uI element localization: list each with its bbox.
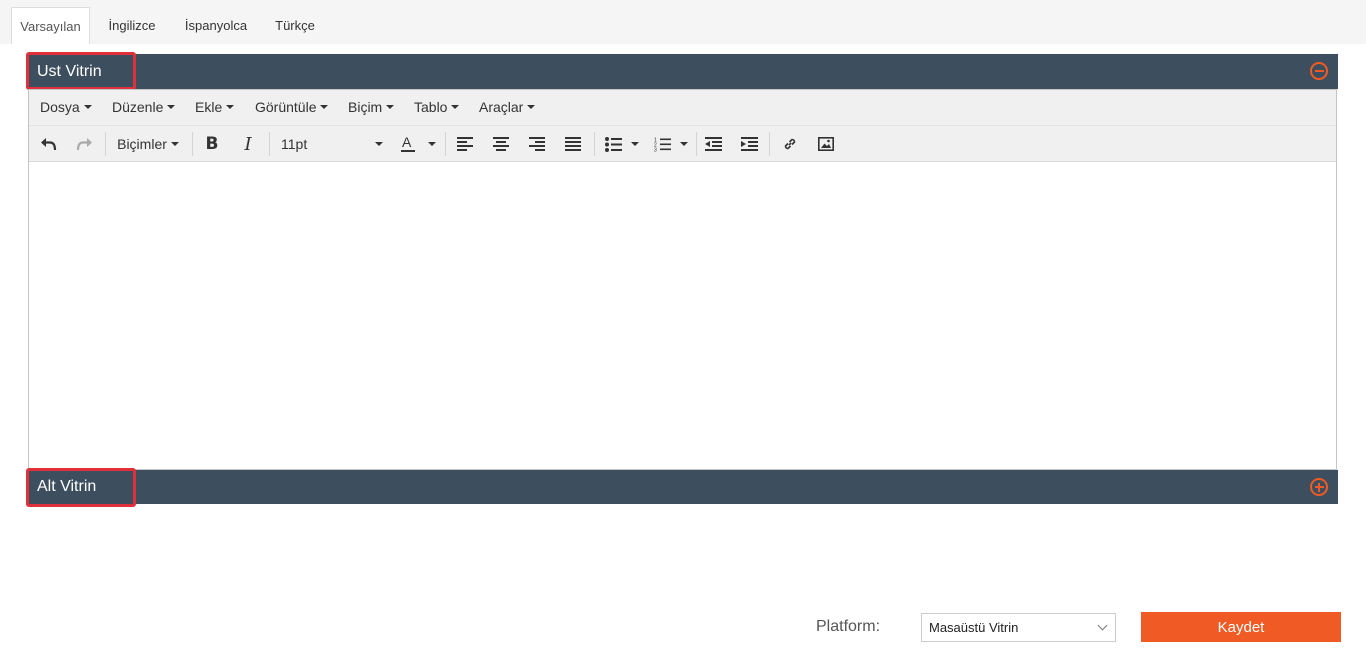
editor-menubar: Dosya Düzenle Ekle Görüntüle Biçim Tablo… xyxy=(29,90,1336,126)
menu-ekle[interactable]: Ekle xyxy=(195,99,235,115)
editor-content-area[interactable] xyxy=(29,163,1336,469)
section-ust-vitrin[interactable]: Ust Vitrin xyxy=(27,54,1338,89)
text-color-icon[interactable]: A xyxy=(397,126,419,162)
align-right-icon[interactable] xyxy=(526,126,548,162)
tab-ingilizce[interactable]: İngilizce xyxy=(99,7,165,44)
chevron-down-icon xyxy=(1097,620,1108,631)
menu-tablo[interactable]: Tablo xyxy=(414,99,460,115)
tab-varsayilan[interactable]: Varsayılan xyxy=(11,7,90,44)
platform-label: Platform: xyxy=(816,618,881,635)
svg-text:A: A xyxy=(402,135,412,150)
tab-ispanyolca[interactable]: İspanyolca xyxy=(175,7,257,44)
bold-icon[interactable]: B xyxy=(201,126,223,162)
tab-turkce[interactable]: Türkçe xyxy=(266,7,324,44)
highlight-box xyxy=(26,468,136,507)
indent-icon[interactable] xyxy=(738,126,760,162)
link-icon[interactable] xyxy=(779,126,801,162)
toolbar-separator xyxy=(192,132,193,156)
plus-circle-icon[interactable] xyxy=(1310,478,1328,496)
bullet-list-dropdown[interactable] xyxy=(628,126,642,162)
toolbar-separator xyxy=(105,132,106,156)
save-button[interactable]: Kaydet xyxy=(1141,612,1341,642)
formats-dropdown[interactable]: Biçimler xyxy=(115,126,181,162)
minus-circle-icon[interactable] xyxy=(1310,62,1328,80)
menu-dosya[interactable]: Dosya xyxy=(40,99,92,115)
toolbar-separator xyxy=(769,132,770,156)
align-center-icon[interactable] xyxy=(490,126,512,162)
outdent-icon[interactable] xyxy=(702,126,724,162)
text-color-dropdown[interactable] xyxy=(425,126,439,162)
toolbar-separator xyxy=(594,132,595,156)
numbered-list-icon[interactable]: 123 xyxy=(651,126,673,162)
toolbar-separator xyxy=(445,132,446,156)
italic-icon[interactable]: I xyxy=(237,126,259,162)
menu-araclar[interactable]: Araçlar xyxy=(479,99,536,115)
section-alt-vitrin[interactable]: Alt Vitrin xyxy=(27,470,1338,504)
image-icon[interactable] xyxy=(815,126,837,162)
numbered-list-dropdown[interactable] xyxy=(677,126,691,162)
undo-icon[interactable] xyxy=(37,126,61,162)
redo-icon[interactable] xyxy=(72,126,96,162)
align-justify-icon[interactable] xyxy=(562,126,584,162)
editor-toolbar: Biçimler B I 11pt A 1 2 3 xyxy=(29,126,1336,162)
toolbar-separator xyxy=(269,132,270,156)
bullet-list-icon[interactable] xyxy=(602,126,624,162)
menu-duzenle[interactable]: Düzenle xyxy=(112,99,176,115)
language-tabs: Varsayılan İngilizce İspanyolca Türkçe xyxy=(0,0,1366,44)
menu-goruntule[interactable]: Görüntüle xyxy=(255,99,329,115)
platform-select[interactable]: Masaüstü Vitrin xyxy=(921,613,1116,642)
menu-bicim[interactable]: Biçim xyxy=(348,99,395,115)
align-left-icon[interactable] xyxy=(454,126,476,162)
rich-text-editor: Dosya Düzenle Ekle Görüntüle Biçim Tablo… xyxy=(28,89,1337,470)
svg-text:3: 3 xyxy=(654,147,657,152)
toolbar-separator xyxy=(696,132,697,156)
font-size-select[interactable]: 11pt xyxy=(277,126,389,162)
highlight-box xyxy=(26,52,136,90)
